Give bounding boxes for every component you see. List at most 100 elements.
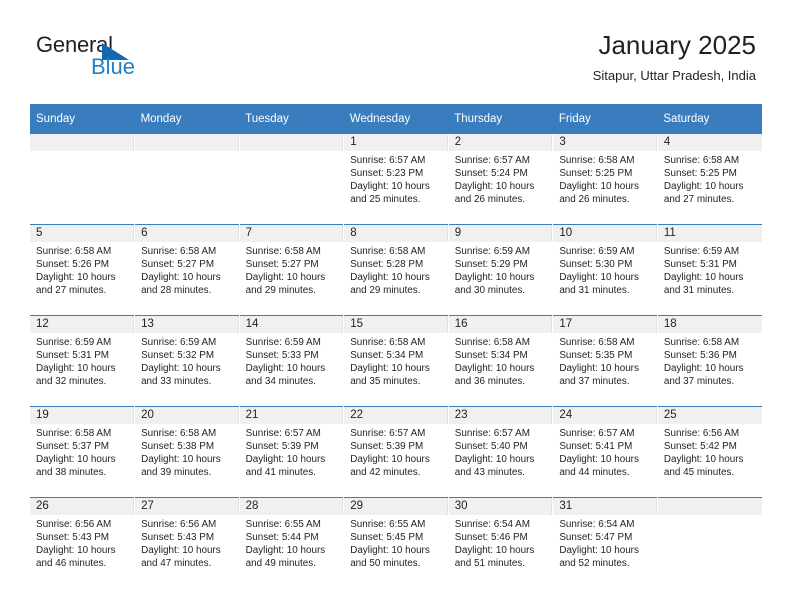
calendar-day-cell[interactable]: 31 Sunrise: 6:54 AM Sunset: 5:47 PM Dayligh…	[552, 497, 658, 588]
daylight-text: Daylight: 10 hours and 42 minutes.	[350, 454, 430, 479]
day-number: 30	[448, 498, 553, 515]
day-details: Sunrise: 6:54 AM Sunset: 5:47 PM Daylight:…	[553, 515, 657, 570]
sunset-text: Sunset: 5:35 PM	[559, 350, 633, 362]
day-number: 16	[448, 316, 553, 333]
calendar-day-cell[interactable]: 20 Sunrise: 6:58 AM Sunset: 5:38 PM Dayligh…	[134, 406, 240, 498]
calendar-day-cell[interactable]: 14 Sunrise: 6:59 AM Sunset: 5:33 PM Dayligh…	[239, 315, 345, 407]
day-details: Sunrise: 6:57 AM Sunset: 5:24 PM Daylight:…	[449, 151, 553, 206]
calendar-day-cell[interactable]: 29 Sunrise: 6:55 AM Sunset: 5:45 PM Dayligh…	[343, 497, 449, 588]
day-details: Sunrise: 6:56 AM Sunset: 5:42 PM Daylight:…	[658, 424, 762, 479]
calendar-day-cell[interactable]: 26 Sunrise: 6:56 AM Sunset: 5:43 PM Dayligh…	[30, 497, 136, 588]
calendar-day-cell[interactable]: 3 Sunrise: 6:58 AM Sunset: 5:25 PM Daylight…	[552, 134, 658, 225]
calendar-day-cell[interactable]: 27 Sunrise: 6:56 AM Sunset: 5:43 PM Dayligh…	[134, 497, 240, 588]
day-number: 5	[30, 225, 135, 242]
calendar-day-cell[interactable]: 16 Sunrise: 6:58 AM Sunset: 5:34 PM Dayligh…	[448, 315, 554, 407]
day-details: Sunrise: 6:57 AM Sunset: 5:40 PM Daylight:…	[449, 424, 553, 479]
daylight-text: Daylight: 10 hours and 31 minutes.	[559, 272, 639, 297]
title-block: January 2025 Sitapur, Uttar Pradesh, Ind…	[593, 30, 756, 83]
day-number: 25	[657, 407, 762, 424]
weekday-header-monday: Monday	[134, 104, 240, 134]
calendar-day-cell[interactable]: 15 Sunrise: 6:58 AM Sunset: 5:34 PM Dayligh…	[343, 315, 449, 407]
calendar-week-row: 5 Sunrise: 6:58 AM Sunset: 5:26 PM Daylight…	[30, 224, 762, 316]
day-number: 4	[657, 134, 762, 151]
daylight-text: Daylight: 10 hours and 25 minutes.	[350, 181, 430, 206]
calendar-day-cell[interactable]: 6 Sunrise: 6:58 AM Sunset: 5:27 PM Daylight…	[134, 224, 240, 316]
page-header: General Blue January 2025 Sitapur, Uttar…	[0, 0, 792, 100]
sunset-text: Sunset: 5:41 PM	[559, 441, 633, 453]
day-details: Sunrise: 6:54 AM Sunset: 5:46 PM Daylight:…	[449, 515, 553, 570]
sunset-text: Sunset: 5:46 PM	[454, 532, 528, 544]
logo-text-blue: Blue	[91, 54, 136, 79]
daylight-text: Daylight: 10 hours and 35 minutes.	[350, 363, 430, 388]
day-number: 21	[239, 407, 344, 424]
daylight-text: Daylight: 10 hours and 43 minutes.	[454, 454, 535, 479]
calendar-day-cell[interactable]: 1 Sunrise: 6:57 AM Sunset: 5:23 PM Daylight…	[343, 134, 449, 225]
calendar-day-cell[interactable]: 9 Sunrise: 6:59 AM Sunset: 5:29 PM Daylight…	[448, 224, 554, 316]
calendar-day-cell[interactable]: 12 Sunrise: 6:59 AM Sunset: 5:31 PM Dayligh…	[30, 315, 136, 407]
weekday-header-tuesday: Tuesday	[239, 104, 344, 134]
calendar-day-cell[interactable]: 18 Sunrise: 6:58 AM Sunset: 5:36 PM Dayligh…	[657, 315, 762, 407]
daylight-text: Daylight: 10 hours and 29 minutes.	[350, 272, 430, 297]
calendar-day-cell[interactable]: 22 Sunrise: 6:57 AM Sunset: 5:39 PM Dayligh…	[343, 406, 449, 498]
sunset-text: Sunset: 5:43 PM	[36, 532, 110, 544]
calendar-cell-empty	[657, 497, 762, 588]
calendar-day-cell[interactable]: 7 Sunrise: 6:58 AM Sunset: 5:27 PM Daylight…	[239, 224, 345, 316]
sunset-text: Sunset: 5:23 PM	[350, 168, 424, 180]
calendar-week-row: 26 Sunrise: 6:56 AM Sunset: 5:43 PM Dayligh…	[30, 497, 762, 588]
daylight-text: Daylight: 10 hours and 29 minutes.	[245, 272, 326, 297]
day-details: Sunrise: 6:57 AM Sunset: 5:39 PM Daylight:…	[240, 424, 344, 479]
sunset-text: Sunset: 5:25 PM	[559, 168, 633, 180]
calendar-day-cell[interactable]: 10 Sunrise: 6:59 AM Sunset: 5:30 PM Dayligh…	[552, 224, 658, 316]
day-details: Sunrise: 6:59 AM Sunset: 5:32 PM Daylight:…	[135, 333, 239, 388]
sunrise-text: Sunrise: 6:59 AM	[663, 246, 740, 257]
sunrise-text: Sunrise: 6:58 AM	[350, 246, 426, 257]
day-number: 7	[239, 225, 344, 242]
calendar-day-cell[interactable]: 30 Sunrise: 6:54 AM Sunset: 5:46 PM Dayligh…	[448, 497, 554, 588]
sunrise-text: Sunrise: 6:58 AM	[454, 337, 530, 348]
sunrise-text: Sunrise: 6:56 AM	[141, 519, 217, 530]
calendar-day-cell[interactable]: 8 Sunrise: 6:58 AM Sunset: 5:28 PM Daylight…	[343, 224, 449, 316]
calendar-day-cell[interactable]: 13 Sunrise: 6:59 AM Sunset: 5:32 PM Dayligh…	[134, 315, 240, 407]
calendar-day-cell[interactable]: 19 Sunrise: 6:58 AM Sunset: 5:37 PM Dayligh…	[30, 406, 136, 498]
calendar-day-cell[interactable]: 28 Sunrise: 6:55 AM Sunset: 5:44 PM Dayligh…	[239, 497, 345, 588]
day-details: Sunrise: 6:59 AM Sunset: 5:31 PM Daylight:…	[658, 242, 762, 297]
calendar-week-row: 19 Sunrise: 6:58 AM Sunset: 5:37 PM Dayligh…	[30, 406, 762, 498]
day-details: Sunrise: 6:58 AM Sunset: 5:25 PM Daylight:…	[658, 151, 762, 206]
day-details: Sunrise: 6:58 AM Sunset: 5:25 PM Daylight:…	[553, 151, 657, 206]
calendar-day-cell[interactable]: 2 Sunrise: 6:57 AM Sunset: 5:24 PM Daylight…	[448, 134, 554, 225]
calendar-day-cell[interactable]: 25 Sunrise: 6:56 AM Sunset: 5:42 PM Dayligh…	[657, 406, 762, 498]
sunset-text: Sunset: 5:39 PM	[350, 441, 424, 453]
sunset-text: Sunset: 5:39 PM	[245, 441, 319, 453]
calendar-day-cell[interactable]: 17 Sunrise: 6:58 AM Sunset: 5:35 PM Dayligh…	[552, 315, 658, 407]
sunset-text: Sunset: 5:27 PM	[141, 259, 215, 271]
day-number: 26	[30, 498, 135, 515]
sunrise-text: Sunrise: 6:57 AM	[245, 428, 321, 439]
day-details: Sunrise: 6:59 AM Sunset: 5:33 PM Daylight:…	[240, 333, 344, 388]
calendar-day-cell[interactable]: 24 Sunrise: 6:57 AM Sunset: 5:41 PM Dayligh…	[552, 406, 658, 498]
daylight-text: Daylight: 10 hours and 44 minutes.	[559, 454, 639, 479]
calendar-day-cell[interactable]: 5 Sunrise: 6:58 AM Sunset: 5:26 PM Daylight…	[30, 224, 136, 316]
day-details: Sunrise: 6:59 AM Sunset: 5:30 PM Daylight:…	[553, 242, 657, 297]
daylight-text: Daylight: 10 hours and 41 minutes.	[245, 454, 326, 479]
day-number: 3	[553, 134, 657, 151]
sunrise-text: Sunrise: 6:58 AM	[36, 428, 112, 439]
sunrise-text: Sunrise: 6:58 AM	[663, 337, 740, 348]
sunrise-text: Sunrise: 6:59 AM	[559, 246, 635, 257]
calendar-day-cell[interactable]: 4 Sunrise: 6:58 AM Sunset: 5:25 PM Daylight…	[657, 134, 762, 225]
sunrise-text: Sunrise: 6:58 AM	[663, 155, 740, 166]
calendar-table: Sunday Monday Tuesday Wednesday Thursday Frid…	[30, 104, 762, 588]
day-details: Sunrise: 6:58 AM Sunset: 5:34 PM Daylight:…	[344, 333, 448, 388]
day-details: Sunrise: 6:58 AM Sunset: 5:28 PM Daylight:…	[344, 242, 448, 297]
calendar-day-cell[interactable]: 21 Sunrise: 6:57 AM Sunset: 5:39 PM Dayligh…	[239, 406, 345, 498]
calendar-day-cell[interactable]: 23 Sunrise: 6:57 AM Sunset: 5:40 PM Dayligh…	[448, 406, 554, 498]
day-details: Sunrise: 6:59 AM Sunset: 5:29 PM Daylight:…	[449, 242, 553, 297]
sunrise-text: Sunrise: 6:55 AM	[245, 519, 321, 530]
calendar-day-cell[interactable]: 11 Sunrise: 6:59 AM Sunset: 5:31 PM Dayligh…	[657, 224, 762, 316]
sunrise-text: Sunrise: 6:57 AM	[350, 155, 426, 166]
daylight-text: Daylight: 10 hours and 52 minutes.	[559, 545, 639, 570]
generalblue-logo[interactable]: General Blue	[36, 34, 236, 90]
day-details: Sunrise: 6:58 AM Sunset: 5:27 PM Daylight:…	[240, 242, 344, 297]
daylight-text: Daylight: 10 hours and 37 minutes.	[559, 363, 639, 388]
day-number: 20	[135, 407, 239, 424]
sunrise-text: Sunrise: 6:57 AM	[454, 155, 530, 166]
